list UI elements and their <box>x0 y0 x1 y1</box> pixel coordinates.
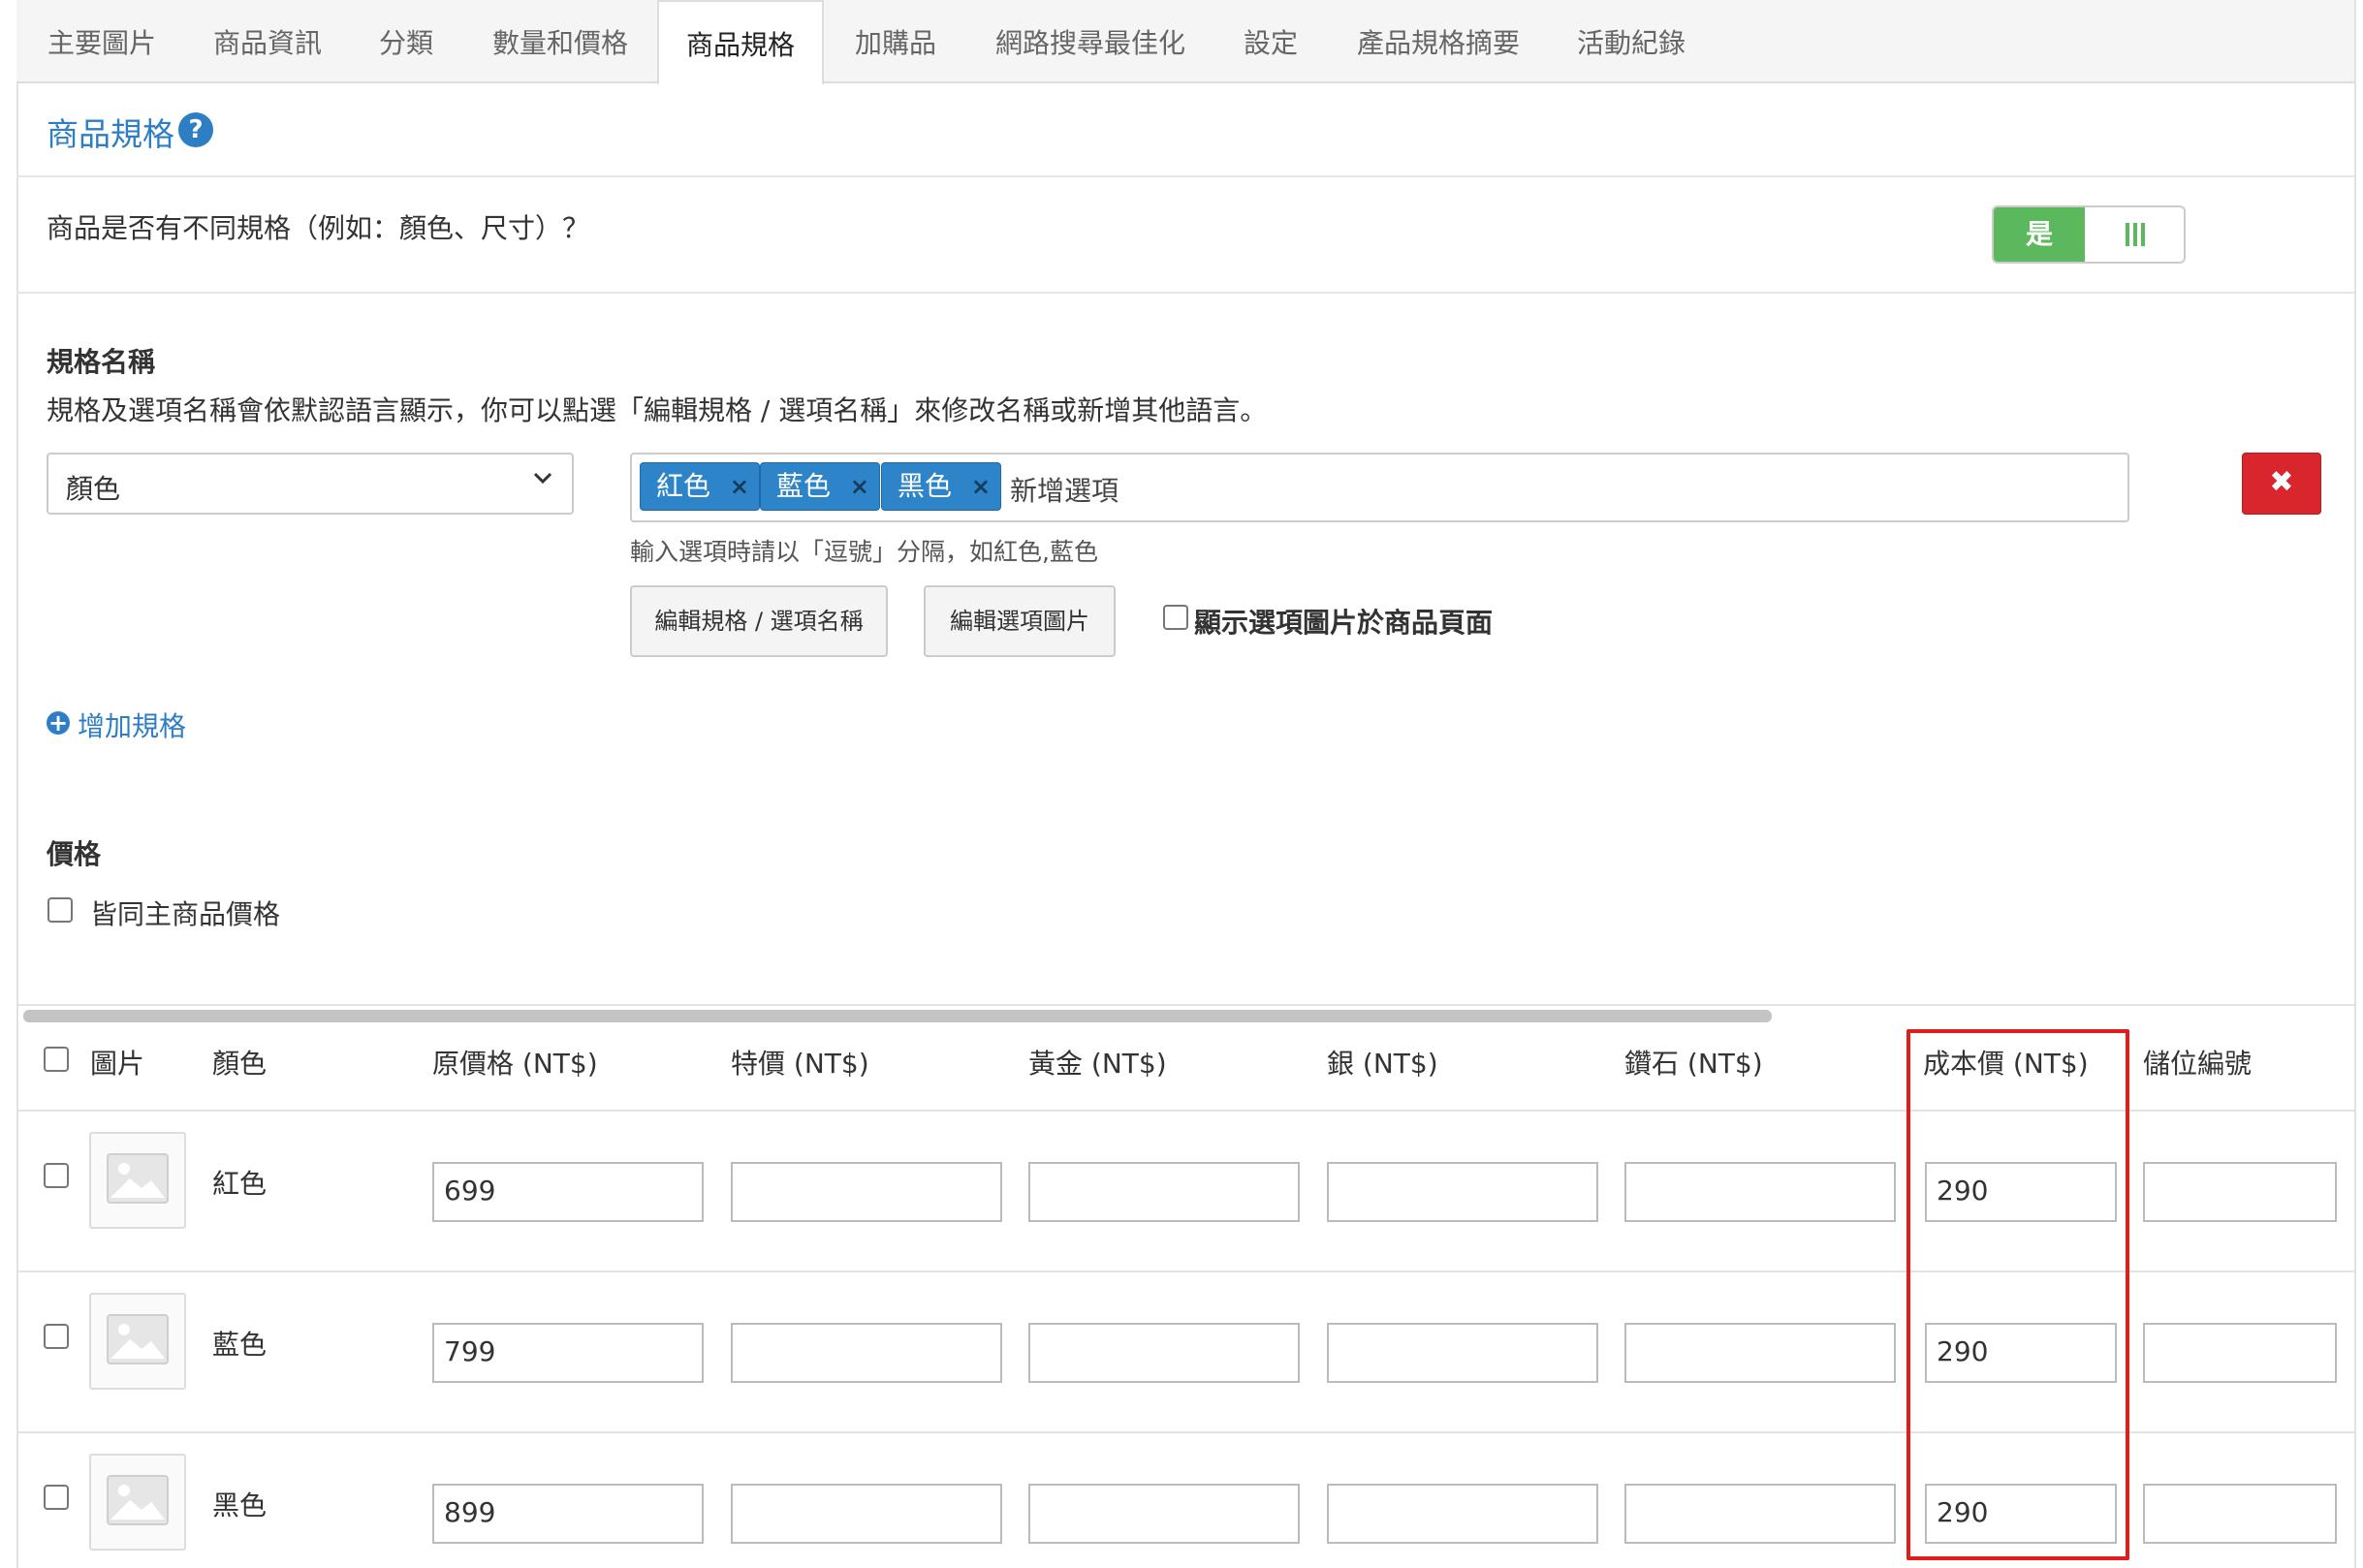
tab-add-ons[interactable]: 加購品 <box>855 0 936 81</box>
original-price-input[interactable]: 899 <box>432 1484 704 1544</box>
tab-categories[interactable]: 分類 <box>379 0 433 81</box>
option-hint: 輸入選項時請以「逗號」分隔，如紅色,藍色 <box>630 538 1098 566</box>
edit-names-button[interactable]: 編輯規格 / 選項名稱 <box>630 585 888 657</box>
variants-toggle[interactable]: 是 <box>1992 205 2186 264</box>
remove-icon[interactable]: × <box>850 463 869 510</box>
option-tag-red: 紅色 × <box>640 462 760 511</box>
option-tag-label: 藍色 <box>776 470 832 502</box>
add-circle-icon: + <box>47 709 70 737</box>
toggle-handle-icon <box>2126 223 2129 246</box>
tab-spec-summary[interactable]: 產品規格摘要 <box>1357 0 1520 81</box>
price-heading: 價格 <box>47 838 102 870</box>
diamond-price-input[interactable] <box>1624 1162 1896 1222</box>
row-color: 紅色 <box>212 1168 268 1200</box>
column-header-color: 顏色 <box>212 1048 268 1080</box>
diamond-price-input[interactable] <box>1624 1323 1896 1383</box>
column-header-gold: 黃金 (NT$) <box>1028 1048 1167 1080</box>
silver-price-input[interactable] <box>1327 1162 1598 1222</box>
row-color: 藍色 <box>212 1329 268 1361</box>
tab-settings[interactable]: 設定 <box>1244 0 1298 81</box>
original-price-input[interactable]: 799 <box>432 1323 704 1383</box>
variants-question: 商品是否有不同規格（例如：顏色、尺寸）？ <box>47 212 590 244</box>
spec-select-value: 顏色 <box>66 473 121 505</box>
divider <box>16 175 2354 177</box>
table-top-border <box>16 1004 2354 1006</box>
option-tag-label: 紅色 <box>656 470 711 502</box>
show-images-label: 顯示選項圖片於商品頁面 <box>1194 607 1494 639</box>
help-icon[interactable]: ? <box>178 112 213 147</box>
select-all-checkbox[interactable] <box>44 1047 69 1072</box>
column-header-original-price: 原價格 (NT$) <box>432 1048 598 1080</box>
tab-product-info[interactable]: 商品資訊 <box>213 0 322 81</box>
cost-column-highlight <box>1906 1029 2129 1560</box>
chevron-down-icon <box>531 466 554 493</box>
horizontal-scrollbar[interactable] <box>23 1010 1772 1022</box>
silver-price-input[interactable] <box>1327 1484 1598 1544</box>
option-tag-black: 黑色 × <box>881 462 1001 511</box>
remove-icon[interactable]: × <box>971 463 991 510</box>
column-header-image: 圖片 <box>90 1048 145 1080</box>
gold-price-input[interactable] <box>1028 1323 1300 1383</box>
tab-seo[interactable]: 網路搜尋最佳化 <box>995 0 1185 81</box>
same-price-label: 皆同主商品價格 <box>90 898 281 930</box>
diamond-price-input[interactable] <box>1624 1484 1896 1544</box>
remove-icon[interactable]: × <box>730 463 749 510</box>
add-spec-link[interactable]: 增加規格 <box>78 706 186 744</box>
location-input[interactable] <box>2143 1323 2337 1383</box>
edit-option-images-button[interactable]: 編輯選項圖片 <box>924 585 1116 657</box>
row-checkbox[interactable] <box>44 1485 69 1510</box>
row-color: 黑色 <box>212 1490 268 1521</box>
option-tag-label: 黑色 <box>898 470 953 502</box>
column-header-sale-price: 特價 (NT$) <box>731 1048 869 1080</box>
tab-main-images[interactable]: 主要圖片 <box>47 0 156 81</box>
column-header-diamond: 鑽石 (NT$) <box>1624 1048 1763 1080</box>
same-price-checkbox[interactable] <box>47 897 73 923</box>
column-header-location: 儲位編號 <box>2143 1048 2253 1080</box>
option-tag-input[interactable]: 紅色 × 藍色 × 黑色 × 新增選項 <box>630 453 2129 522</box>
image-placeholder-icon[interactable] <box>89 1454 186 1551</box>
location-input[interactable] <box>2143 1484 2337 1544</box>
gold-price-input[interactable] <box>1028 1162 1300 1222</box>
silver-price-input[interactable] <box>1327 1323 1598 1383</box>
gold-price-input[interactable] <box>1028 1484 1300 1544</box>
tab-quantity-price[interactable]: 數量和價格 <box>492 0 628 81</box>
option-tag-blue: 藍色 × <box>760 462 880 511</box>
tab-bar: 主要圖片 商品資訊 分類 數量和價格 商品規格 加購品 網路搜尋最佳化 設定 產… <box>16 0 2354 85</box>
tab-activity-log[interactable]: 活動紀錄 <box>1577 0 1686 81</box>
spec-select[interactable]: 顏色 <box>47 453 574 515</box>
spec-description: 規格及選項名稱會依默認語言顯示，你可以點選「編輯規格 / 選項名稱」來修改名稱或… <box>47 394 1268 426</box>
spec-heading: 規格名稱 <box>47 346 156 378</box>
location-input[interactable] <box>2143 1162 2337 1222</box>
divider <box>16 292 2354 294</box>
show-images-checkbox[interactable] <box>1163 605 1188 630</box>
sale-price-input[interactable] <box>731 1162 1002 1222</box>
image-placeholder-icon[interactable] <box>89 1293 186 1390</box>
section-title: 商品規格 <box>47 115 174 153</box>
row-checkbox[interactable] <box>44 1324 69 1349</box>
sale-price-input[interactable] <box>731 1484 1002 1544</box>
toggle-on-label: 是 <box>1994 207 2085 262</box>
column-header-silver: 銀 (NT$) <box>1327 1048 1438 1080</box>
original-price-input[interactable]: 699 <box>432 1162 704 1222</box>
add-option-input[interactable]: 新增選項 <box>1010 470 1118 509</box>
tab-product-specs[interactable]: 商品規格 <box>657 0 824 85</box>
row-checkbox[interactable] <box>44 1163 69 1188</box>
sale-price-input[interactable] <box>731 1323 1002 1383</box>
image-placeholder-icon[interactable] <box>89 1132 186 1229</box>
delete-spec-button[interactable]: ✖ <box>2242 453 2321 515</box>
